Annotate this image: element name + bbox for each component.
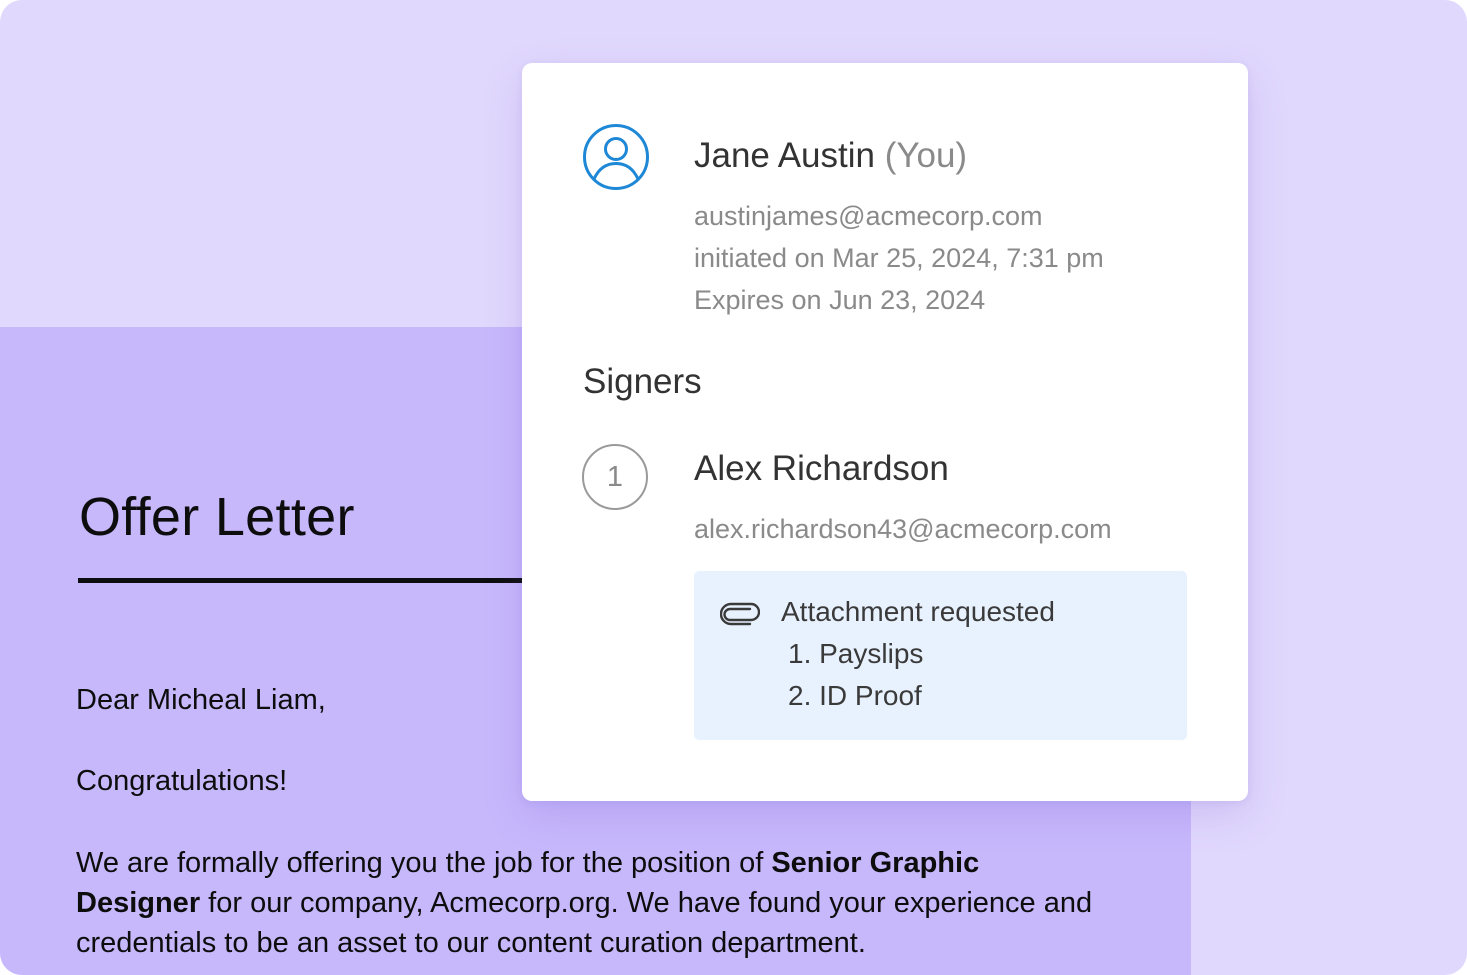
- paperclip-icon: [720, 602, 760, 626]
- stage: Offer Letter Dear Micheal Liam, Congratu…: [0, 0, 1467, 975]
- signer-email: alex.richardson43@acmecorp.com: [694, 514, 1112, 544]
- signer-name: Alex Richardson: [694, 449, 949, 488]
- attachment-item-payslips: 1. Payslips: [788, 638, 924, 669]
- letter-congrats: Congratulations!: [76, 765, 288, 797]
- letter-body: We are formally offering you the job for…: [76, 843, 1106, 963]
- attachment-title: Attachment requested: [781, 596, 1055, 627]
- owner-name: Jane Austin (You): [694, 136, 967, 176]
- body-intro: We are formally offering you the job for…: [76, 847, 772, 879]
- owner-name-text: Jane Austin: [694, 136, 875, 175]
- signers-heading: Signers: [583, 362, 702, 401]
- signer-order-badge: 1: [582, 444, 648, 510]
- attachment-item-id-proof: 2. ID Proof: [788, 680, 922, 711]
- expiry-date: Expires on Jun 23, 2024: [694, 285, 986, 315]
- initiated-date: initiated on Mar 25, 2024, 7:31 pm: [694, 243, 1104, 273]
- title-divider: [78, 578, 538, 583]
- user-circle-icon: [583, 124, 649, 190]
- owner-you-tag: (You): [884, 136, 968, 175]
- body-rest: for our company, Acmecorp.org. We have f…: [76, 887, 1093, 959]
- letter-title: Offer Letter: [79, 487, 355, 547]
- owner-email: austinjames@acmecorp.com: [694, 201, 1043, 231]
- letter-salutation: Dear Micheal Liam,: [76, 684, 326, 716]
